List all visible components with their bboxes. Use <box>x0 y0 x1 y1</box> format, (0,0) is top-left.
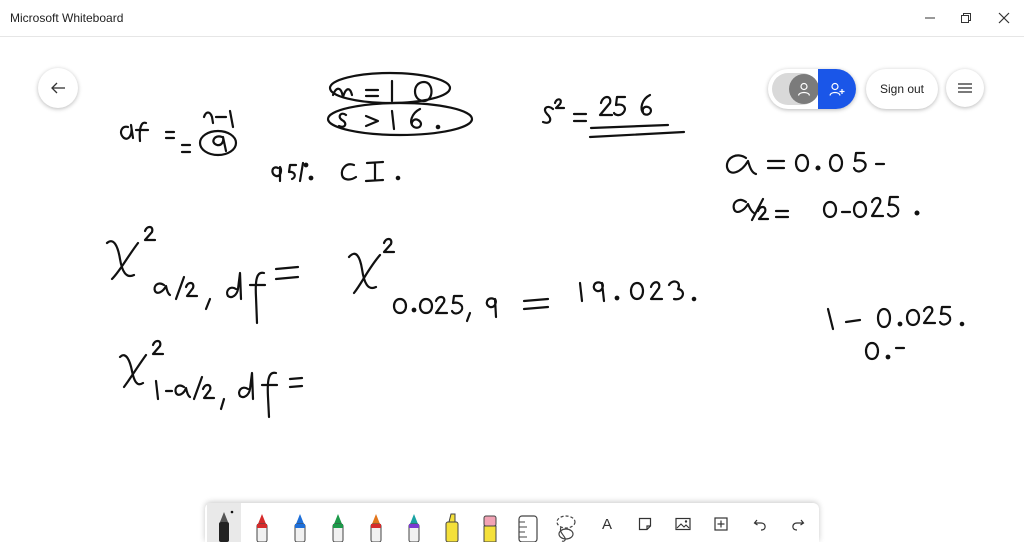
back-button[interactable] <box>38 68 78 108</box>
highlighter-icon <box>445 513 459 542</box>
image-icon <box>675 517 691 531</box>
menu-button[interactable] <box>946 69 984 107</box>
undo-icon <box>753 519 766 531</box>
orange-pen-tool[interactable] <box>359 503 393 542</box>
user-avatar-toggle[interactable] <box>772 73 819 105</box>
text-icon: A <box>601 515 612 533</box>
eraser-tool[interactable] <box>473 503 507 542</box>
ink-strokes <box>105 71 965 419</box>
blue-pen-tool[interactable] <box>283 503 317 542</box>
sticky-note-icon <box>638 517 652 531</box>
person-icon <box>797 82 811 96</box>
highlighter-tool[interactable] <box>435 503 469 542</box>
ruler-icon <box>518 515 538 542</box>
add-box-icon <box>714 517 728 531</box>
avatar <box>789 74 819 104</box>
undo-button[interactable] <box>745 509 775 539</box>
add-person-icon <box>829 82 845 96</box>
restore-button[interactable] <box>946 0 986 36</box>
eraser-icon <box>483 515 497 542</box>
lasso-icon <box>556 515 576 542</box>
black-pen-tool[interactable] <box>207 503 241 542</box>
collaboration-toggle[interactable] <box>768 69 856 109</box>
lasso-tool[interactable] <box>549 503 583 542</box>
teal-pen-tool[interactable] <box>397 503 431 542</box>
note-tool[interactable] <box>630 509 660 539</box>
close-button[interactable] <box>984 0 1024 36</box>
pen-icon <box>219 510 234 542</box>
pen-icon <box>408 514 420 542</box>
redo-button[interactable] <box>783 509 813 539</box>
whiteboard-canvas[interactable] <box>0 37 1024 542</box>
hamburger-menu-icon <box>958 83 972 93</box>
window-title: Microsoft Whiteboard <box>10 11 124 25</box>
title-bar: Microsoft Whiteboard <box>0 0 1024 37</box>
minimize-button[interactable] <box>910 0 950 36</box>
restore-icon <box>961 13 971 23</box>
text-tool[interactable]: A <box>592 509 622 539</box>
ruler-tool[interactable] <box>511 503 545 542</box>
minimize-icon <box>925 17 935 19</box>
close-icon <box>998 12 1010 24</box>
pen-icon <box>332 514 344 542</box>
green-pen-tool[interactable] <box>321 503 355 542</box>
sign-out-button[interactable]: Sign out <box>866 69 938 109</box>
red-pen-tool[interactable] <box>245 503 279 542</box>
pen-icon <box>294 514 306 542</box>
insert-tool[interactable] <box>706 509 736 539</box>
arrow-left-icon <box>51 82 65 94</box>
pen-icon <box>256 514 268 542</box>
redo-icon <box>792 519 805 531</box>
pen-icon <box>370 514 382 542</box>
inking-toolbar: A <box>205 503 819 542</box>
invite-button[interactable] <box>818 69 856 109</box>
image-tool[interactable] <box>668 509 698 539</box>
